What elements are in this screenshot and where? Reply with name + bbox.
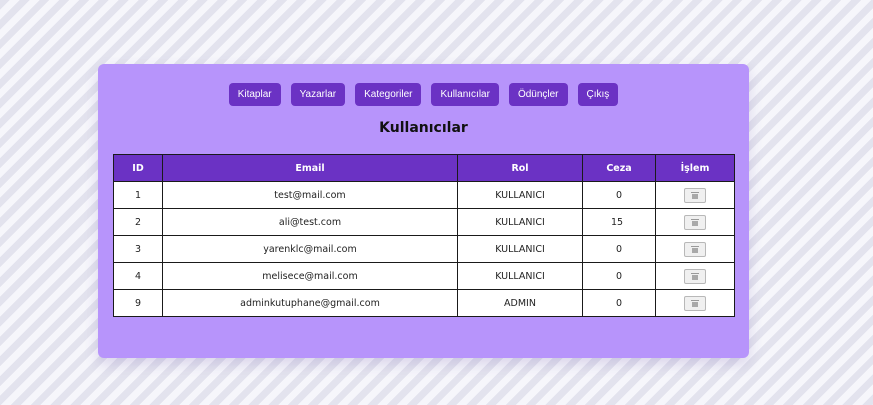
table-row: 3 yarenklc@mail.com KULLANICI 0 (113, 235, 735, 263)
cell-ceza: 0 (582, 181, 656, 209)
delete-button[interactable] (684, 187, 706, 203)
table-row: 1 test@mail.com KULLANICI 0 (113, 181, 735, 209)
cell-ceza: 0 (582, 235, 656, 263)
cell-email: adminkutuphane@gmail.com (162, 289, 458, 317)
trash-icon (691, 272, 699, 280)
cell-rol: KULLANICI (457, 235, 583, 263)
column-header-id: ID (113, 154, 163, 182)
cell-rol: ADMIN (457, 289, 583, 317)
cell-email: yarenklc@mail.com (162, 235, 458, 263)
cell-id: 1 (113, 181, 163, 209)
cell-islem (655, 289, 735, 317)
cell-ceza: 0 (582, 289, 656, 317)
cell-id: 2 (113, 208, 163, 236)
main-nav: Kitaplar Yazarlar Kategoriler Kullanıcıl… (98, 83, 749, 106)
cell-ceza: 0 (582, 262, 656, 290)
trash-icon (691, 245, 699, 253)
cell-email: melisece@mail.com (162, 262, 458, 290)
page-title: Kullanıcılar (379, 120, 468, 136)
cell-email: test@mail.com (162, 181, 458, 209)
column-header-rol: Rol (457, 154, 583, 182)
cell-islem (655, 181, 735, 209)
users-panel: Kitaplar Yazarlar Kategoriler Kullanıcıl… (98, 64, 749, 358)
cell-islem (655, 262, 735, 290)
trash-icon (691, 299, 699, 307)
cell-ceza: 15 (582, 208, 656, 236)
trash-icon (691, 218, 699, 226)
table-row: 4 melisece@mail.com KULLANICI 0 (113, 262, 735, 290)
nav-oduncler-button[interactable]: Ödünçler (508, 83, 568, 106)
nav-cikis-button[interactable]: Çıkış (577, 83, 619, 106)
delete-button[interactable] (684, 295, 706, 311)
nav-kategoriler-button[interactable]: Kategoriler (355, 83, 422, 106)
delete-button[interactable] (684, 214, 706, 230)
delete-button[interactable] (684, 241, 706, 257)
table-row: 2 ali@test.com KULLANICI 15 (113, 208, 735, 236)
delete-button[interactable] (684, 268, 706, 284)
nav-kitaplar-button[interactable]: Kitaplar (228, 83, 281, 106)
nav-kullanicilar-button[interactable]: Kullanıcılar (431, 83, 499, 106)
column-header-email: Email (162, 154, 458, 182)
cell-id: 3 (113, 235, 163, 263)
table-row: 9 adminkutuphane@gmail.com ADMIN 0 (113, 289, 735, 317)
cell-islem (655, 208, 735, 236)
column-header-ceza: Ceza (582, 154, 656, 182)
users-table: ID Email Rol Ceza İşlem 1 test@mail.com … (113, 154, 735, 317)
column-header-islem: İşlem (655, 154, 735, 182)
cell-rol: KULLANICI (457, 262, 583, 290)
cell-rol: KULLANICI (457, 208, 583, 236)
table-header-row: ID Email Rol Ceza İşlem (113, 154, 735, 182)
nav-yazarlar-button[interactable]: Yazarlar (290, 83, 346, 106)
cell-rol: KULLANICI (457, 181, 583, 209)
cell-id: 4 (113, 262, 163, 290)
cell-id: 9 (113, 289, 163, 317)
cell-email: ali@test.com (162, 208, 458, 236)
cell-islem (655, 235, 735, 263)
trash-icon (691, 191, 699, 199)
